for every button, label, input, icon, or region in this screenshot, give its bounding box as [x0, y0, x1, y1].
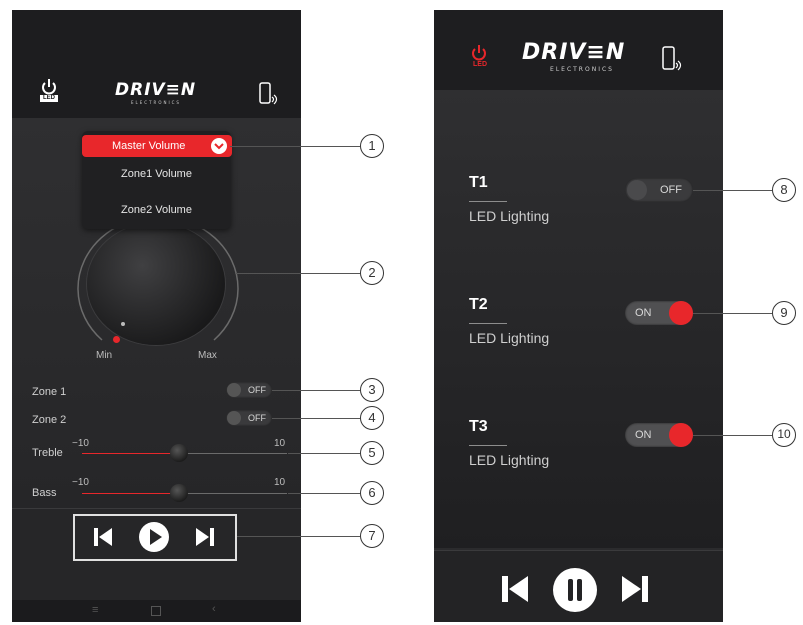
zone2-label: Zone 2 [32, 414, 67, 426]
knob-min-label: Min [96, 350, 113, 361]
bass-thumb[interactable] [170, 484, 188, 502]
callout-4: 4 [360, 406, 384, 430]
chevron-down-icon[interactable] [211, 138, 227, 154]
device-connect-button[interactable] [259, 82, 279, 106]
bass-min-label: −10 [72, 477, 89, 488]
callout-5-leader [288, 453, 360, 454]
callout-4-leader [272, 418, 360, 419]
led-icon-label: LED [473, 61, 487, 68]
next-track-icon[interactable] [620, 573, 650, 605]
callout-2: 2 [360, 261, 384, 285]
callout-8-leader [693, 190, 772, 191]
treble-thumb[interactable] [170, 444, 188, 462]
t1-toggle[interactable]: OFF [625, 178, 693, 202]
next-track-icon[interactable] [194, 525, 216, 549]
callout-8: 8 [772, 178, 796, 202]
treble-min-label: −10 [72, 438, 89, 449]
t2-title: T2 [469, 296, 488, 313]
knob-min-marker [113, 336, 120, 343]
callout-10: 10 [772, 423, 796, 447]
knob-indicator-dot [121, 322, 125, 326]
treble-max-label: 10 [274, 438, 286, 449]
callout-3-leader [272, 390, 360, 391]
bass-fill [82, 493, 179, 494]
bass-label: Bass [32, 487, 57, 499]
callout-7: 7 [360, 524, 384, 548]
callout-1-leader [230, 146, 360, 147]
phone-connect-icon [662, 46, 682, 71]
brand-logo-subtitle: ELECTRONICS [550, 66, 614, 73]
t1-title: T1 [469, 174, 488, 191]
callout-1: 1 [360, 134, 384, 158]
bass-max-label: 10 [274, 477, 286, 488]
led-power-button[interactable]: LED [38, 78, 60, 104]
t3-title: T3 [469, 418, 488, 435]
t1-divider [469, 201, 507, 202]
treble-label: Treble [32, 447, 63, 459]
callout-9: 9 [772, 301, 796, 325]
menu-icon[interactable]: ≡ [92, 604, 98, 616]
zone1-label: Zone 1 [32, 386, 67, 398]
callout-3: 3 [360, 378, 384, 402]
callout-6-leader [288, 493, 360, 494]
t3-divider [469, 445, 507, 446]
pause-icon[interactable] [552, 567, 598, 613]
previous-track-icon[interactable] [92, 525, 114, 549]
callout-6: 6 [360, 481, 384, 505]
treble-fill [82, 453, 179, 454]
right-phone-screen: LED DRIV≡N ELECTRONICS T1 LED Lighting O… [434, 10, 723, 622]
volume-knob[interactable] [87, 223, 225, 345]
dropdown-option-zone1[interactable]: Zone1 Volume [82, 168, 231, 180]
brand-logo: DRIV≡N [522, 40, 626, 65]
brand-logo-subtitle: ELECTRONICS [131, 100, 181, 105]
callout-9-leader [693, 313, 772, 314]
led-icon-label: LED [43, 95, 55, 101]
dropdown-option-zone2[interactable]: Zone2 Volume [82, 204, 231, 216]
knob-max-label: Max [198, 350, 217, 361]
home-icon[interactable] [151, 606, 161, 616]
play-icon[interactable] [138, 521, 170, 553]
t2-subtitle: LED Lighting [469, 330, 550, 346]
t1-subtitle: LED Lighting [469, 208, 550, 224]
zone2-toggle[interactable]: OFF [226, 410, 272, 426]
callout-2-leader [235, 273, 360, 274]
callout-10-leader [693, 435, 772, 436]
callout-7-leader [237, 536, 360, 537]
t2-toggle[interactable]: ON [625, 301, 693, 325]
back-icon[interactable]: ‹ [212, 603, 216, 615]
t3-subtitle: LED Lighting [469, 452, 550, 468]
brand-logo: DRIV≡N [115, 80, 197, 100]
left-phone-screen: LED DRIV≡N ELECTRONICS Min Max Master Vo… [12, 10, 301, 622]
led-power-button-active[interactable]: LED [468, 44, 490, 70]
phone-connect-icon [259, 82, 278, 105]
previous-track-icon[interactable] [500, 573, 530, 605]
t3-toggle[interactable]: ON [625, 423, 693, 447]
device-connect-button[interactable] [662, 46, 684, 72]
zone1-toggle[interactable]: OFF [226, 382, 272, 398]
t2-divider [469, 323, 507, 324]
callout-5: 5 [360, 441, 384, 465]
volume-selector[interactable]: Master Volume [82, 135, 232, 157]
